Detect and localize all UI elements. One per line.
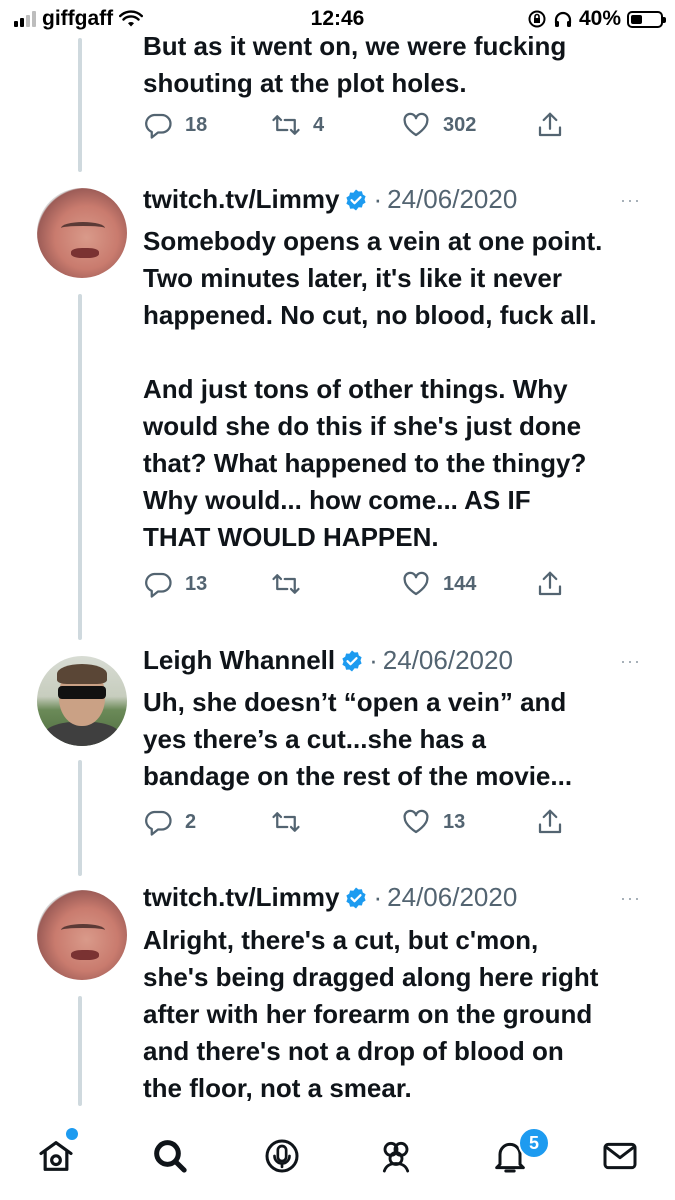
retweet-button[interactable] xyxy=(271,569,313,599)
retweet-button[interactable] xyxy=(271,807,313,837)
thread-line xyxy=(78,38,82,172)
verified-badge-icon xyxy=(342,650,362,671)
share-icon xyxy=(538,112,562,137)
retweet-icon xyxy=(272,115,300,135)
thread-line xyxy=(78,996,82,1106)
separator: · xyxy=(373,184,383,214)
like-button[interactable]: 302 xyxy=(401,110,476,140)
share-button[interactable] xyxy=(535,807,565,837)
thread-line xyxy=(78,294,82,640)
orientation-lock-icon xyxy=(528,10,546,28)
verified-badge-icon xyxy=(346,887,367,908)
tweet-date[interactable]: 24/06/2020 xyxy=(387,882,517,913)
tweet-header: twitch.tv/Limmy · 24/06/2020 xyxy=(143,184,517,215)
heart-icon xyxy=(403,809,429,834)
share-button[interactable] xyxy=(535,569,565,599)
home-icon xyxy=(39,1141,73,1171)
tweet-actions: 18 4 302 xyxy=(143,110,583,144)
retweet-count: 4 xyxy=(313,113,325,136)
tab-home[interactable] xyxy=(36,1136,80,1180)
avatar[interactable] xyxy=(37,188,127,278)
tab-communities[interactable] xyxy=(376,1136,420,1180)
retweet-icon xyxy=(272,812,300,832)
reply-count: 13 xyxy=(185,572,208,595)
tweet-header: Leigh Whannell · 24/06/2020 xyxy=(143,645,513,676)
verified-badge-icon xyxy=(346,189,367,210)
thread-line xyxy=(78,760,82,876)
more-options-icon[interactable]: ··· xyxy=(620,888,641,909)
notification-badge: 5 xyxy=(518,1127,550,1159)
bottom-tab-bar xyxy=(0,1120,675,1200)
avatar[interactable] xyxy=(37,656,127,746)
like-button[interactable]: 13 xyxy=(401,807,465,837)
heart-icon xyxy=(403,112,429,137)
tweet-header: twitch.tv/Limmy · 24/06/2020 xyxy=(143,882,517,913)
messages-icon xyxy=(603,1142,637,1170)
reply-icon xyxy=(145,572,172,598)
heart-icon xyxy=(403,571,429,596)
author-name[interactable]: twitch.tv/Limmy xyxy=(143,184,339,215)
tweet-date[interactable]: 24/06/2020 xyxy=(387,184,517,215)
communities-icon xyxy=(382,1141,410,1173)
author-name[interactable]: twitch.tv/Limmy xyxy=(143,882,339,913)
like-count: 302 xyxy=(443,113,477,136)
tab-spaces[interactable] xyxy=(262,1136,306,1180)
reply-count: 2 xyxy=(185,810,197,833)
share-icon xyxy=(538,809,562,834)
headphones-icon xyxy=(554,11,572,27)
reply-icon xyxy=(145,810,172,836)
avatar[interactable] xyxy=(37,890,127,980)
separator: · xyxy=(373,882,383,912)
more-options-icon[interactable]: ··· xyxy=(620,651,641,672)
reply-button[interactable]: 2 xyxy=(143,807,196,837)
search-icon xyxy=(154,1140,187,1173)
tab-search[interactable] xyxy=(150,1136,194,1180)
like-count: 13 xyxy=(443,810,466,833)
like-button[interactable]: 144 xyxy=(401,569,476,599)
author-name[interactable]: Leigh Whannell xyxy=(143,645,335,676)
tweet-text: Somebody opens a vein at one point. Two … xyxy=(143,226,603,552)
battery-icon xyxy=(627,10,666,28)
reply-icon xyxy=(145,113,172,139)
tweet-date[interactable]: 24/06/2020 xyxy=(383,645,513,676)
share-button[interactable] xyxy=(535,110,565,140)
retweet-button[interactable]: 4 xyxy=(271,110,324,140)
new-content-dot xyxy=(66,1128,78,1140)
more-options-icon[interactable]: ··· xyxy=(620,190,641,211)
retweet-icon xyxy=(272,574,300,594)
like-count: 144 xyxy=(443,572,477,595)
share-icon xyxy=(538,571,562,596)
spaces-icon xyxy=(265,1139,299,1173)
separator: · xyxy=(369,645,378,675)
reply-count: 18 xyxy=(185,113,208,136)
tweet-text: Alright, there's a cut, but c'mon, she's… xyxy=(143,925,599,1103)
tweet-text: But as it went on, we were fucking shout… xyxy=(143,31,567,98)
tweet-actions: 2 13 xyxy=(143,807,583,841)
battery-level xyxy=(631,14,643,24)
reply-button[interactable]: 18 xyxy=(143,110,207,140)
tab-messages[interactable] xyxy=(600,1136,644,1180)
tweet-text: Uh, she doesn’t “open a vein” and yes th… xyxy=(143,687,573,791)
reply-button[interactable]: 13 xyxy=(143,569,207,599)
tweet-actions: 13 144 xyxy=(143,569,583,603)
